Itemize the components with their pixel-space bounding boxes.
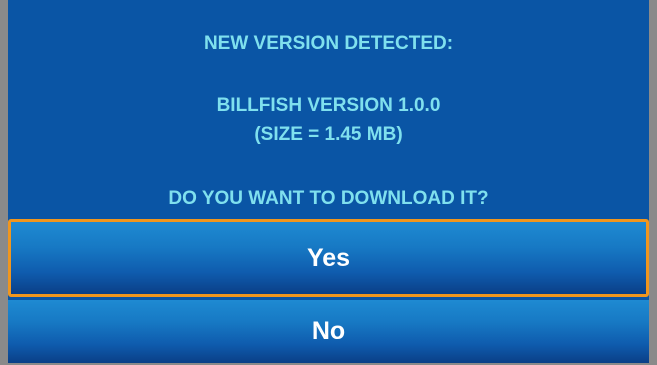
yes-button[interactable]: Yes (8, 219, 649, 297)
no-button-label: No (311, 317, 346, 345)
download-question: DO YOU WANT TO DOWNLOAD IT? (168, 188, 489, 209)
size-line: (SIZE = 1.45 MB) (254, 124, 403, 145)
version-line: BILLFISH VERSION 1.0.0 (216, 95, 441, 116)
dialog-header: NEW VERSION DETECTED: (203, 33, 454, 54)
no-button[interactable]: No (8, 300, 649, 363)
yes-button-label: Yes (306, 243, 351, 272)
update-dialog: NEW VERSION DETECTED: BILLFISH VERSION 1… (8, 0, 649, 363)
